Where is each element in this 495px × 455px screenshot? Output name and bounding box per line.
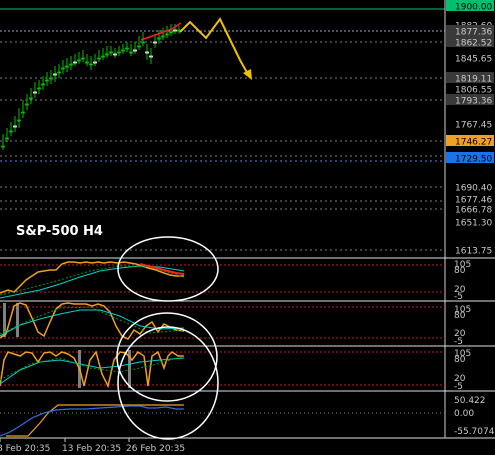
price-level-value: 1819.11 xyxy=(455,75,492,85)
candle-body xyxy=(121,49,125,52)
indicator-scale-value: 50.422 xyxy=(454,396,486,406)
indicator-scale-value: 80 xyxy=(454,355,466,365)
price-level-label: 1651.30 xyxy=(455,219,492,229)
candle-body xyxy=(17,119,21,122)
price-level-value: 1666.78 xyxy=(455,206,492,216)
candle-body xyxy=(105,53,109,56)
candle-body xyxy=(125,47,129,50)
candle-body xyxy=(89,63,93,66)
price-level-label: 1690.40 xyxy=(455,184,492,194)
indicator-scale-value: -55.7074 xyxy=(454,427,495,437)
candle-body xyxy=(33,91,37,94)
price-level-label: 1877.36 xyxy=(446,25,494,38)
candle-body xyxy=(169,31,173,34)
candle-body xyxy=(29,97,33,100)
candle-body xyxy=(133,49,137,52)
candle-body xyxy=(45,79,49,82)
candle-body xyxy=(161,35,165,38)
candle-body xyxy=(25,103,29,106)
candle-body xyxy=(53,73,57,76)
price-level-value: 1651.30 xyxy=(455,219,492,229)
price-level-value: 1793.36 xyxy=(455,97,492,107)
price-level-label: 1862.52 xyxy=(446,36,494,49)
price-level-value: 1862.52 xyxy=(455,39,492,49)
candle-body xyxy=(1,145,5,148)
price-level-value: 1767.45 xyxy=(455,121,492,131)
price-level-label: 1900.00 xyxy=(446,0,494,13)
price-level-label: 1677.46 xyxy=(455,196,492,206)
price-level-label: 1767.45 xyxy=(455,121,492,131)
candle-body xyxy=(157,37,161,40)
indicator-scale-value: -5 xyxy=(454,292,463,302)
candle-body xyxy=(57,71,61,74)
candle-body xyxy=(101,55,105,58)
candle-body xyxy=(81,57,85,60)
candle-body xyxy=(117,51,121,54)
candle-body xyxy=(85,61,89,64)
candle-body xyxy=(65,65,69,68)
price-level-value: 1613.75 xyxy=(455,247,492,257)
candle-body xyxy=(69,63,73,66)
candle-body xyxy=(9,130,13,133)
time-label: 8 Feb 20:35 xyxy=(0,444,50,454)
indicator-scale-value: 80 xyxy=(454,266,466,276)
candle-body xyxy=(97,57,101,60)
price-level-label: 1746.27 xyxy=(446,135,494,148)
price-level-value: 1690.40 xyxy=(455,184,492,194)
candle-body xyxy=(109,51,113,54)
candle-body xyxy=(61,67,65,70)
indicator-scale-value: -5 xyxy=(454,382,463,392)
candle-body xyxy=(41,83,45,86)
candle-body xyxy=(77,59,81,62)
price-level-label: 1793.36 xyxy=(446,94,494,107)
price-level-value: 1746.27 xyxy=(455,138,492,148)
candle-body xyxy=(153,41,157,44)
candle-body xyxy=(37,87,41,90)
candle-body xyxy=(149,55,153,58)
price-level-label: 1613.75 xyxy=(455,247,492,257)
candle-body xyxy=(49,77,53,80)
candle-body xyxy=(129,51,133,54)
indicator-scale-value: 0.00 xyxy=(454,409,474,419)
indicator-scale-value: 80 xyxy=(454,311,466,321)
time-label: 13 Feb 20:35 xyxy=(62,444,121,454)
price-level-value: 1845.65 xyxy=(455,55,492,65)
indicator-scale-value: -5 xyxy=(454,337,463,347)
price-level-label: 1845.65 xyxy=(455,55,492,65)
chart-title-timeframe: H4 xyxy=(83,224,103,239)
chart-title-symbol: S&P-500 xyxy=(16,224,79,239)
candle-body xyxy=(73,61,77,64)
chart-canvas[interactable]: S&P-500 H4 1900.001882.601877.361862.521… xyxy=(0,0,495,455)
price-level-label: 1729.50 xyxy=(446,152,494,165)
candle-body xyxy=(113,53,117,56)
candle-body xyxy=(5,137,9,140)
price-level-label: 1819.11 xyxy=(446,72,494,85)
candle-body xyxy=(137,45,141,48)
price-level-value: 1900.00 xyxy=(455,3,492,13)
time-label: 26 Feb 20:35 xyxy=(126,444,185,454)
candle-body xyxy=(93,61,97,64)
candle-body xyxy=(165,33,169,36)
candle-body xyxy=(141,41,145,44)
candle-body xyxy=(173,29,177,32)
price-level-label: 1666.78 xyxy=(455,206,492,216)
price-level-value: 1677.46 xyxy=(455,196,492,206)
candle-body xyxy=(145,51,149,54)
price-level-value: 1729.50 xyxy=(455,155,492,165)
candle-body xyxy=(21,111,25,114)
candle-body xyxy=(13,125,17,128)
